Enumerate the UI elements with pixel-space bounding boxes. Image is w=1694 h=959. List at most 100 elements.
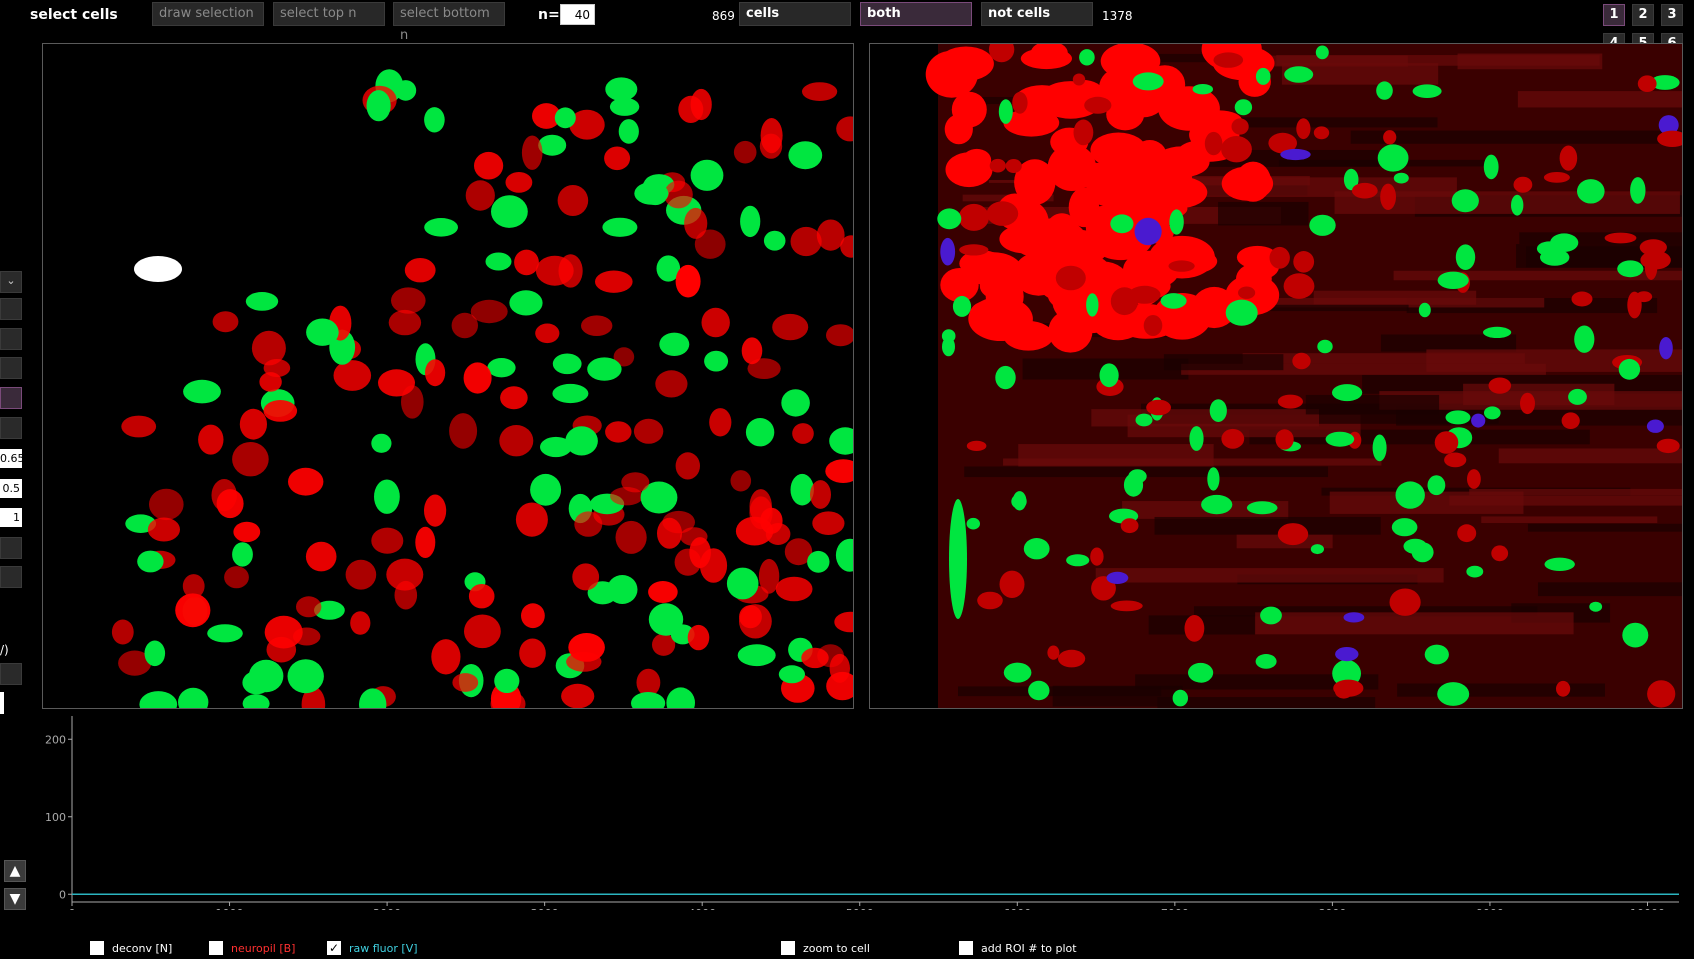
left-control-button-7[interactable]	[0, 663, 22, 685]
cell-roi[interactable]	[1412, 84, 1442, 98]
cell-roi[interactable]	[1028, 680, 1050, 701]
noncell-roi[interactable]	[1152, 176, 1208, 209]
noncell-roi[interactable]	[633, 418, 664, 444]
noncell-roi[interactable]	[1659, 337, 1673, 360]
noncell-roi[interactable]	[977, 591, 1003, 610]
cell-roi[interactable]	[1577, 179, 1605, 204]
noncell-roi[interactable]	[1084, 96, 1112, 114]
cell-roi[interactable]	[424, 107, 445, 133]
noncell-roi[interactable]	[812, 511, 845, 535]
left-control-button-active[interactable]	[0, 387, 22, 409]
cell-roi[interactable]	[1403, 538, 1427, 554]
cell-roi[interactable]	[1079, 49, 1095, 66]
noncell-roi[interactable]	[198, 424, 224, 455]
noncell-roi[interactable]	[566, 651, 602, 672]
noncell-roi[interactable]	[816, 219, 845, 251]
noncell-roi[interactable]	[233, 521, 261, 543]
cell-roi[interactable]	[941, 329, 956, 343]
noncell-roi[interactable]	[1020, 47, 1072, 70]
noncell-roi[interactable]	[1647, 680, 1676, 708]
cell-roi[interactable]	[1255, 654, 1277, 669]
noncell-roi[interactable]	[1457, 524, 1477, 543]
cell-roi[interactable]	[424, 218, 458, 237]
noncell-roi[interactable]	[1012, 91, 1028, 114]
noncell-roi[interactable]	[648, 581, 678, 603]
cell-roi[interactable]	[1011, 494, 1027, 509]
noncell-roi[interactable]	[1134, 217, 1162, 246]
noncell-roi[interactable]	[212, 311, 239, 333]
noncell-roi[interactable]	[826, 324, 853, 347]
noncell-roi[interactable]	[595, 270, 633, 293]
noncell-roi[interactable]	[378, 369, 415, 397]
cell-roi[interactable]	[306, 318, 339, 346]
noncell-roi[interactable]	[449, 413, 478, 449]
noncell-roi[interactable]	[1604, 232, 1637, 244]
noncell-roi[interactable]	[175, 593, 211, 628]
cell-roi[interactable]	[1451, 189, 1479, 213]
cell-roi[interactable]	[666, 687, 695, 708]
noncell-roi[interactable]	[1275, 429, 1294, 450]
noncell-roi[interactable]	[404, 258, 436, 283]
noncell-roi[interactable]	[986, 201, 1019, 226]
noncell-roi[interactable]	[1238, 286, 1256, 299]
cell-roi[interactable]	[178, 687, 209, 708]
noncell-roi[interactable]	[263, 400, 298, 422]
noncell-roi[interactable]	[305, 541, 337, 572]
noncell-roi[interactable]	[557, 185, 589, 216]
cell-roi[interactable]	[1255, 67, 1271, 85]
cell-roi[interactable]	[509, 290, 543, 316]
noncell-roi[interactable]	[515, 502, 548, 537]
cell-roi[interactable]	[790, 473, 814, 506]
cell-roi[interactable]	[1418, 302, 1431, 318]
neuropil-checkbox-box[interactable]	[209, 941, 223, 955]
view-button-1[interactable]: 1	[1603, 4, 1625, 26]
cell-roi[interactable]	[207, 624, 243, 643]
cell-roi[interactable]	[1315, 45, 1329, 60]
cell-roi[interactable]	[788, 141, 823, 170]
cell-mask-right-canvas[interactable]	[870, 44, 1682, 708]
cell-roi[interactable]	[1246, 501, 1278, 515]
cell-roi[interactable]	[998, 99, 1013, 124]
add-roi-checkbox[interactable]: add ROI # to plot	[959, 941, 1077, 955]
noncell-roi[interactable]	[388, 309, 422, 336]
noncell-roi[interactable]	[759, 133, 783, 159]
cell-roi[interactable]	[1209, 399, 1227, 422]
cell-roi[interactable]	[139, 691, 178, 708]
raw-fluor-checkbox-box[interactable]: ✓	[327, 941, 341, 955]
cell-roi[interactable]	[634, 182, 669, 205]
noncell-roi[interactable]	[415, 526, 436, 558]
noncell-roi[interactable]	[1213, 52, 1244, 68]
cell-roi[interactable]	[487, 358, 516, 378]
add-roi-checkbox-box[interactable]	[959, 941, 973, 955]
noncell-roi[interactable]	[1333, 679, 1364, 697]
cell-roi[interactable]	[485, 252, 512, 271]
noncell-roi[interactable]	[1146, 399, 1171, 416]
cell-roi[interactable]	[245, 292, 279, 311]
noncell-roi[interactable]	[1292, 352, 1311, 370]
not-cells-view-button[interactable]: not cells	[981, 2, 1093, 26]
cell-roi[interactable]	[494, 668, 520, 694]
noncell-roi[interactable]	[834, 611, 853, 633]
noncell-roi[interactable]	[1644, 252, 1658, 280]
cells-view-button[interactable]: cells	[739, 2, 851, 26]
noncell-roi[interactable]	[350, 611, 371, 635]
noncell-roi[interactable]	[945, 152, 993, 188]
cell-roi[interactable]	[144, 640, 166, 667]
noncell-roi[interactable]	[1277, 523, 1309, 546]
cell-roi[interactable]	[1003, 662, 1032, 683]
noncell-roi[interactable]	[1293, 251, 1315, 273]
noncell-roi[interactable]	[1343, 612, 1365, 623]
noncell-roi[interactable]	[521, 135, 543, 170]
cell-roi[interactable]	[995, 365, 1016, 390]
cell-roi[interactable]	[778, 665, 806, 684]
noncell-roi[interactable]	[801, 647, 829, 669]
cell-roi[interactable]	[704, 350, 729, 372]
noncell-roi[interactable]	[121, 415, 157, 438]
noncell-roi[interactable]	[1283, 273, 1315, 299]
cell-roi[interactable]	[607, 575, 638, 604]
cell-mask-left-canvas[interactable]	[43, 44, 853, 708]
noncell-roi[interactable]	[772, 313, 809, 341]
select-top-n-button[interactable]: select top n	[273, 2, 385, 26]
cell-roi[interactable]	[1201, 494, 1233, 515]
noncell-roi[interactable]	[621, 472, 650, 493]
